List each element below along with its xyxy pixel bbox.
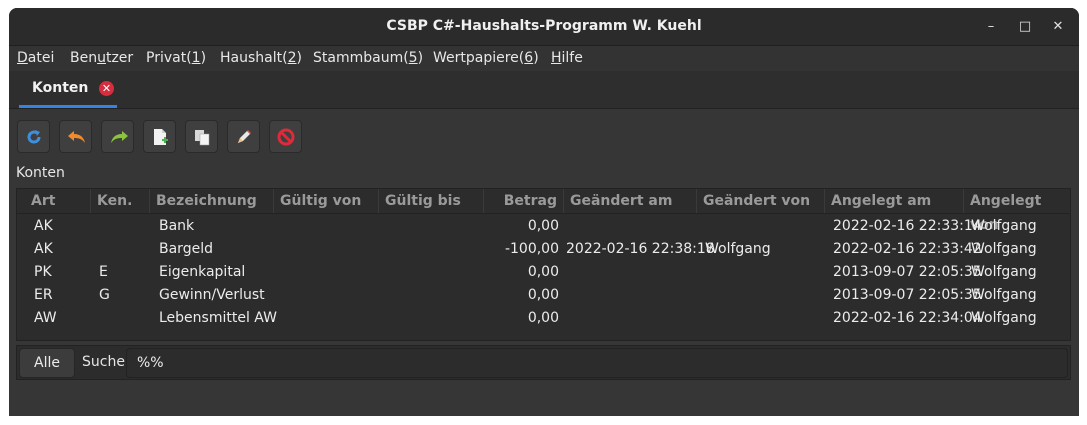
- column-header-ken[interactable]: Ken.: [91, 189, 150, 213]
- table-row[interactable]: AW Lebensmittel AW 0,00 2022-02-16 22:34…: [17, 307, 1070, 330]
- menu-wertpapiere[interactable]: Wertpapiere(6): [433, 50, 539, 66]
- copy-icon: [195, 130, 210, 146]
- column-header-geaendert-von[interactable]: Geändert von: [697, 189, 825, 213]
- table-row[interactable]: AK Bargeld -100,00 2022-02-16 22:38:18 W…: [17, 238, 1070, 261]
- undo-icon: [68, 131, 85, 143]
- search-input[interactable]: [126, 348, 1068, 378]
- menu-stammbaum[interactable]: Stammbaum(5): [313, 50, 423, 66]
- redo-icon: [111, 131, 128, 143]
- new-button[interactable]: [143, 120, 176, 153]
- cell-art: AK: [34, 218, 53, 234]
- cell-betrag: 0,00: [527, 218, 559, 234]
- cell-art: ER: [34, 287, 53, 303]
- column-header-art[interactable]: Art: [25, 189, 91, 213]
- cell-bezeichnung: Bargeld: [159, 241, 213, 257]
- table-row[interactable]: PK E Eigenkapital 0,00 2013-09-07 22:05:…: [17, 261, 1070, 284]
- edit-icon: [238, 130, 251, 143]
- cell-geaendert-von: Wolfgang: [705, 241, 771, 257]
- cell-angelegt-von: Wolfgang: [971, 264, 1037, 280]
- app-window: CSBP C#-Haushalts-Programm W. Kuehl – □ …: [9, 8, 1079, 416]
- cell-angelegt-von: Wolfgang: [971, 310, 1037, 326]
- cell-angelegt-am: 2013-09-07 22:05:35: [833, 264, 982, 280]
- cell-bezeichnung: Gewinn/Verlust: [159, 287, 265, 303]
- column-header-betrag[interactable]: Betrag: [484, 189, 564, 213]
- cell-angelegt-von: Wolfgang: [971, 287, 1037, 303]
- menu-bar: Datei Benutzer Privat(1) Haushalt(2) Sta…: [9, 46, 1079, 71]
- maximize-button[interactable]: □: [1014, 16, 1036, 38]
- cell-art: AK: [34, 241, 53, 257]
- close-window-button[interactable]: ✕: [1047, 16, 1069, 38]
- table-header: Art Ken. Bezeichnung Gültig von Gültig b…: [17, 189, 1071, 233]
- cell-betrag: 0,00: [527, 264, 559, 280]
- cell-bezeichnung: Lebensmittel AW: [159, 310, 277, 326]
- undo-button[interactable]: [59, 120, 92, 153]
- cell-betrag: 0,00: [527, 287, 559, 303]
- refresh-button[interactable]: [17, 120, 50, 153]
- section-label-konten: Konten: [16, 165, 65, 181]
- tab-konten[interactable]: Konten ✕: [19, 71, 117, 108]
- delete-button[interactable]: [269, 120, 302, 153]
- cell-angelegt-am: 2022-02-16 22:33:42: [833, 241, 982, 257]
- cell-betrag: 0,00: [527, 310, 559, 326]
- search-label: Suche: [82, 354, 125, 370]
- cell-angelegt-am: 2022-02-16 22:33:14: [833, 218, 982, 234]
- cell-art: AW: [34, 310, 57, 326]
- column-header-gueltig-von[interactable]: Gültig von: [274, 189, 379, 213]
- cell-geaendert-am: 2022-02-16 22:38:18: [566, 241, 715, 257]
- menu-privat[interactable]: Privat(1): [146, 50, 206, 66]
- cell-bezeichnung: Eigenkapital: [159, 264, 246, 280]
- copy-button[interactable]: [185, 120, 218, 153]
- cell-angelegt-am: 2013-09-07 22:05:35: [833, 287, 982, 303]
- window-title: CSBP C#-Haushalts-Programm W. Kuehl: [386, 18, 702, 34]
- tab-strip: Konten ✕: [9, 71, 1079, 109]
- column-header-gueltig-bis[interactable]: Gültig bis: [379, 189, 484, 213]
- cell-angelegt-von: Wolfgang: [971, 218, 1037, 234]
- new-document-icon: [154, 129, 168, 145]
- refresh-icon: [27, 130, 41, 144]
- delete-icon: [277, 128, 295, 146]
- minimize-button[interactable]: –: [980, 16, 1002, 38]
- cell-angelegt-am: 2022-02-16 22:34:04: [833, 310, 982, 326]
- cell-ken: G: [99, 287, 110, 303]
- table-row[interactable]: AK Bank 0,00 2022-02-16 22:33:14 Wolfgan…: [17, 215, 1070, 238]
- accounts-table: Art Ken. Bezeichnung Gültig von Gültig b…: [16, 188, 1071, 341]
- title-bar: CSBP C#-Haushalts-Programm W. Kuehl – □ …: [9, 8, 1079, 46]
- table-row[interactable]: ER G Gewinn/Verlust 0,00 2013-09-07 22:0…: [17, 284, 1070, 307]
- column-header-bezeichnung[interactable]: Bezeichnung: [150, 189, 274, 213]
- edit-button[interactable]: [227, 120, 260, 153]
- alle-button[interactable]: Alle: [19, 348, 75, 378]
- menu-hilfe[interactable]: Hilfe: [551, 50, 583, 66]
- menu-benutzer[interactable]: Benutzer: [70, 50, 133, 66]
- tab-close-icon[interactable]: ✕: [99, 81, 114, 96]
- cell-angelegt-von: Wolfgang: [971, 241, 1037, 257]
- column-header-angelegt-von[interactable]: Angelegt von: [964, 189, 1071, 233]
- column-header-geaendert-am[interactable]: Geändert am: [564, 189, 697, 213]
- cell-art: PK: [34, 264, 52, 280]
- cell-ken: E: [99, 264, 108, 280]
- redo-button[interactable]: [101, 120, 134, 153]
- cell-betrag: -100,00: [504, 241, 559, 257]
- filter-bar: Alle Suche: [16, 345, 1071, 380]
- column-header-angelegt-am[interactable]: Angelegt am: [825, 189, 964, 213]
- menu-datei[interactable]: Datei: [17, 50, 54, 66]
- menu-haushalt[interactable]: Haushalt(2): [220, 50, 302, 66]
- cell-bezeichnung: Bank: [159, 218, 195, 234]
- tab-konten-label: Konten: [32, 80, 89, 96]
